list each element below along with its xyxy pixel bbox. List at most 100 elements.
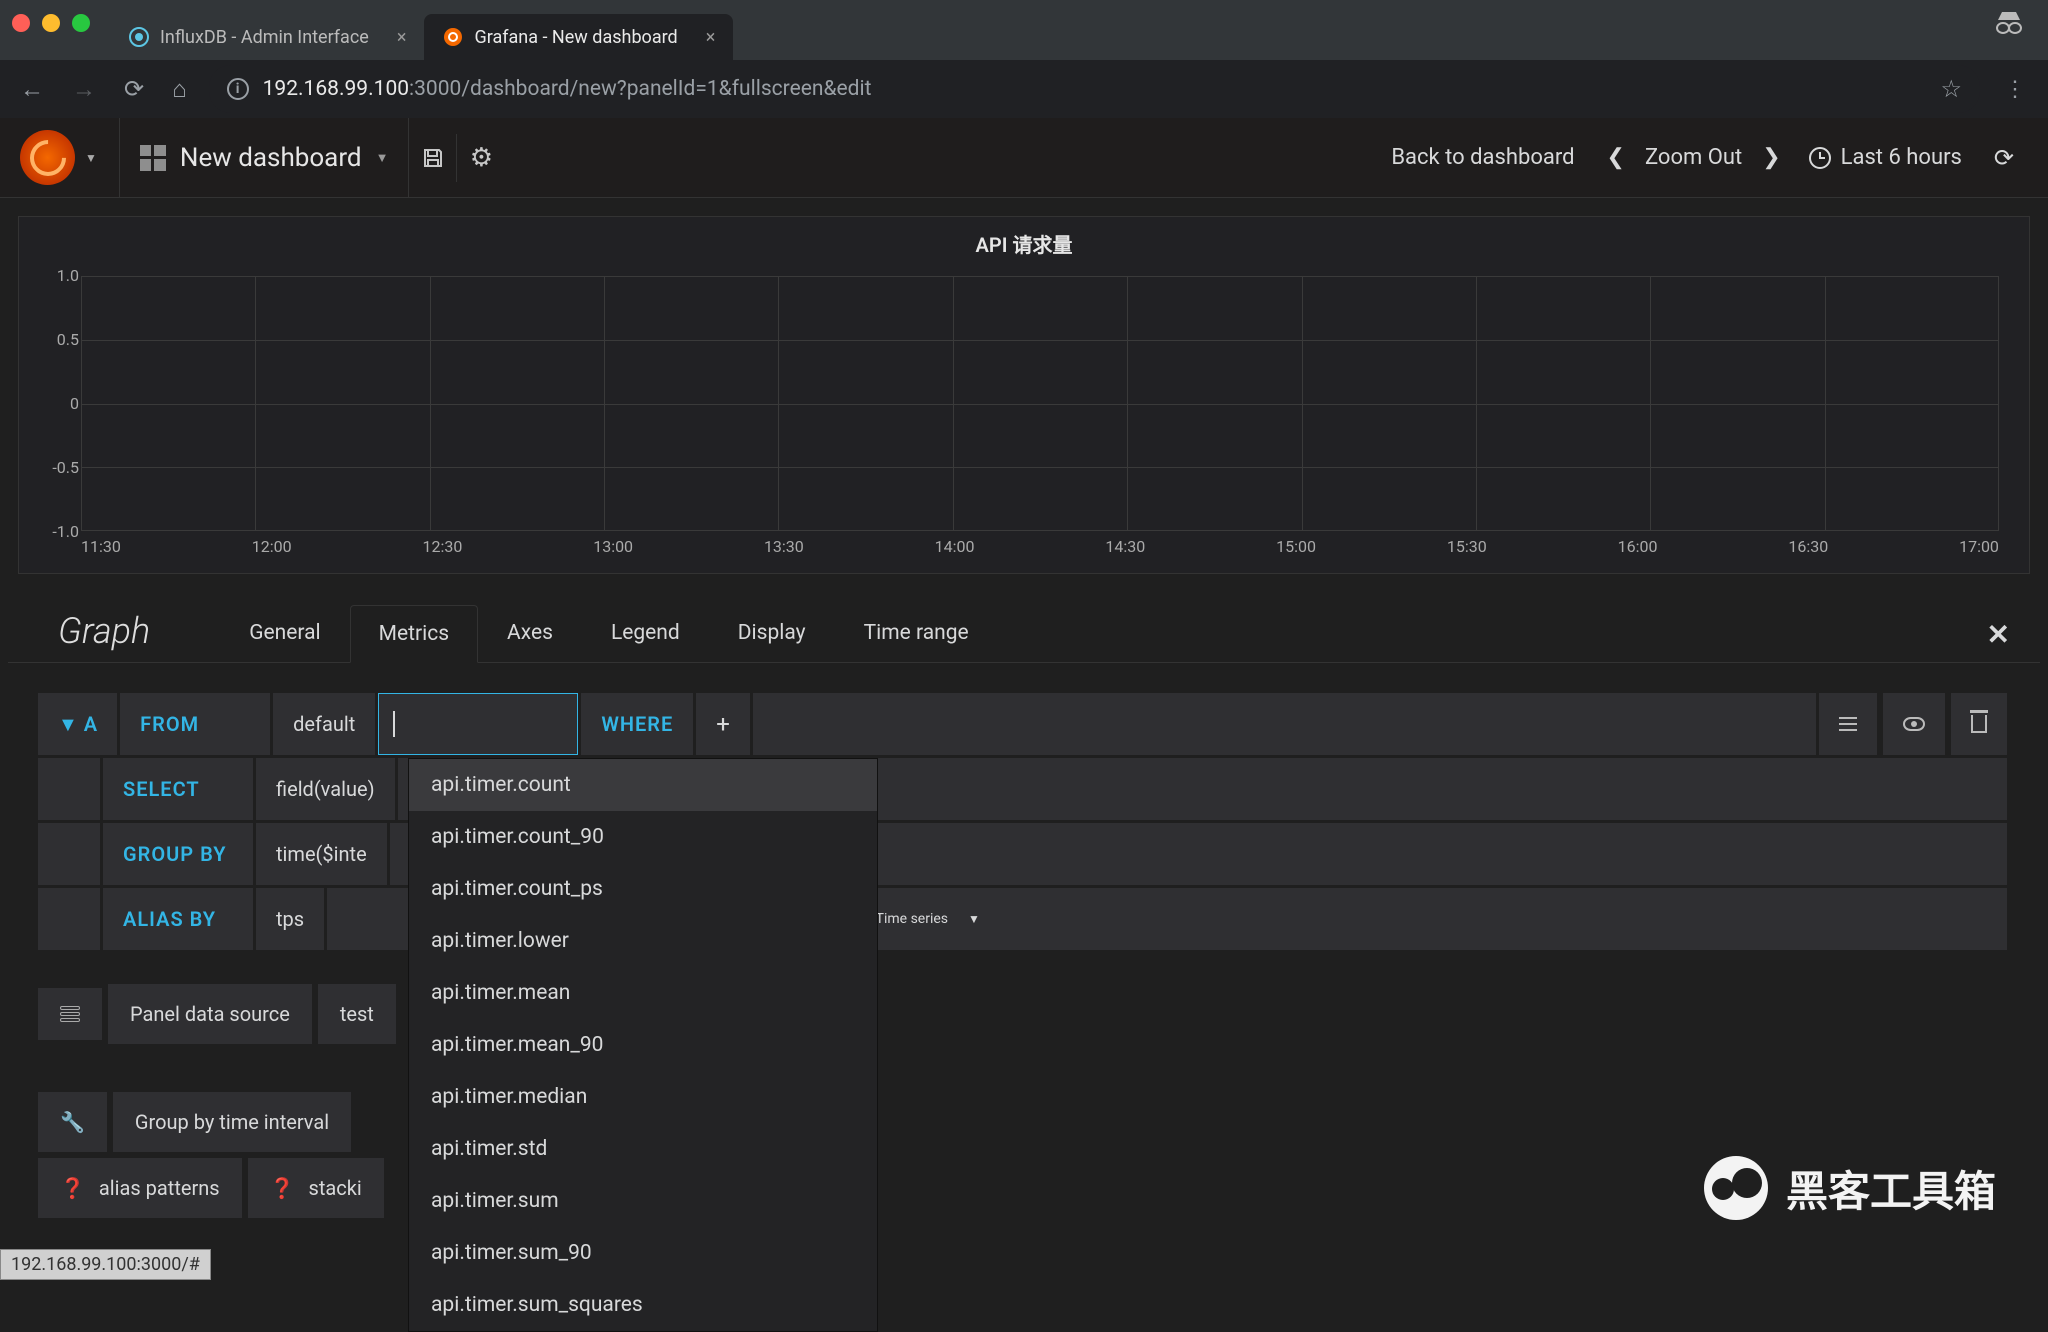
stacking-help[interactable]: ❓stacki: [248, 1158, 384, 1218]
dropdown-item[interactable]: api.timer.sum_squares: [409, 1279, 877, 1331]
x-tick: 13:30: [764, 537, 804, 561]
back-to-dashboard-link[interactable]: Back to dashboard: [1369, 118, 1596, 197]
close-icon[interactable]: ×: [397, 27, 407, 48]
group-by-interval-label[interactable]: Group by time interval: [113, 1092, 351, 1152]
x-tick: 15:30: [1447, 537, 1487, 561]
x-tick: 14:30: [1105, 537, 1145, 561]
tab-axes[interactable]: Axes: [478, 604, 582, 662]
dropdown-item[interactable]: api.timer.std: [409, 1123, 877, 1175]
query-row-select: SELECT field(value): [38, 758, 2010, 820]
tab-time-range[interactable]: Time range: [835, 604, 998, 662]
refresh-button[interactable]: ⟳: [1980, 144, 2028, 172]
panel-datasource-select[interactable]: test: [318, 984, 396, 1044]
chevron-right-icon[interactable]: ❯: [1752, 145, 1790, 170]
format-value: Time series: [876, 911, 948, 927]
options-row: 🔧 Group by time interval: [38, 1092, 2010, 1152]
x-tick: 11:30: [81, 537, 121, 561]
query-row-from: ▼A FROM default WHERE + api.timer.count …: [38, 693, 2010, 755]
aliasby-keyword: ALIAS BY: [103, 888, 253, 950]
x-tick: 12:00: [252, 537, 292, 561]
url-host: 192.168.99.100: [263, 77, 409, 101]
gear-icon: ⚙: [470, 143, 493, 173]
save-icon: [421, 146, 445, 170]
graph-panel: API 请求量 1.0 0.5 0 -0.5 -1.0 11:30: [18, 216, 2030, 574]
x-tick: 15:00: [1276, 537, 1316, 561]
chevron-left-icon[interactable]: ❮: [1597, 145, 1635, 170]
tab-general[interactable]: General: [220, 604, 349, 662]
dropdown-item[interactable]: api.timer.lower: [409, 915, 877, 967]
query-menu-button[interactable]: [1819, 693, 1877, 755]
y-tick: -0.5: [52, 458, 79, 477]
tab-influxdb[interactable]: InfluxDB - Admin Interface ×: [110, 14, 424, 60]
alias-patterns-help[interactable]: ❓alias patterns: [38, 1158, 242, 1218]
browser-menu-icon[interactable]: ⋮: [1996, 77, 2034, 102]
dropdown-item[interactable]: api.timer.sum: [409, 1175, 877, 1227]
influxdb-favicon-icon: [128, 26, 150, 48]
zoom-out-link[interactable]: Zoom Out: [1635, 118, 1752, 197]
reload-button[interactable]: ⟳: [118, 71, 150, 107]
query-row-aliasby: ALIAS BY tps at as Time series ▼: [38, 888, 2010, 950]
x-tick: 14:00: [935, 537, 975, 561]
datasource-value: test: [340, 1002, 374, 1026]
site-info-icon[interactable]: i: [227, 78, 249, 100]
x-tick: 16:30: [1788, 537, 1828, 561]
alias-value[interactable]: tps: [256, 888, 324, 950]
save-button[interactable]: [409, 134, 457, 182]
panel-title: API 请求量: [19, 217, 2029, 264]
close-icon[interactable]: ×: [706, 27, 716, 48]
time-range-picker[interactable]: Last 6 hours: [1791, 145, 1980, 170]
dashboard-picker[interactable]: New dashboard ▼: [119, 118, 410, 197]
from-keyword: FROM: [120, 693, 270, 755]
dropdown-item[interactable]: api.timer.median: [409, 1071, 877, 1123]
chevron-down-icon: ▼: [968, 912, 980, 926]
toggle-query-visibility-button[interactable]: [1883, 693, 1945, 755]
tab-grafana[interactable]: Grafana - New dashboard ×: [424, 14, 733, 60]
tab-metrics[interactable]: Metrics: [350, 605, 478, 663]
grafana-logo-icon[interactable]: [20, 130, 75, 185]
options-wrench-box: 🔧: [38, 1092, 107, 1152]
browser-address-bar: ← → ⟳ ⌂ i 192.168.99.100:3000/dashboard/…: [0, 60, 2048, 118]
editor-tab-strip: Graph General Metrics Axes Legend Displa…: [8, 604, 2040, 663]
groupby-value[interactable]: time($inte: [256, 823, 387, 885]
url-input[interactable]: i 192.168.99.100:3000/dashboard/new?pane…: [209, 65, 1980, 113]
dropdown-item[interactable]: api.timer.mean: [409, 967, 877, 1019]
chart-plot-area[interactable]: 1.0 0.5 0 -0.5 -1.0 11:30 12:00 12:30: [81, 276, 1999, 531]
time-range-label: Last 6 hours: [1841, 145, 1962, 170]
wrench-icon: 🔧: [60, 1110, 85, 1134]
dropdown-item[interactable]: api.timer.count: [409, 759, 877, 811]
query-indent: [38, 888, 100, 950]
query-letter-toggle[interactable]: ▼A: [38, 693, 117, 755]
select-field[interactable]: field(value): [256, 758, 395, 820]
y-tick: -1.0: [52, 522, 79, 541]
clock-icon: [1809, 147, 1831, 169]
query-indent: [38, 758, 100, 820]
bookmark-star-icon[interactable]: ☆: [1940, 75, 1962, 103]
home-button[interactable]: ⌂: [166, 71, 193, 108]
dropdown-item[interactable]: api.timer.count_90: [409, 811, 877, 863]
from-retention-policy[interactable]: default: [273, 693, 375, 755]
settings-button[interactable]: ⚙: [457, 134, 505, 182]
dropdown-item[interactable]: api.timer.mean_90: [409, 1019, 877, 1071]
link-tooltip: 192.168.99.100:3000/#: [0, 1249, 211, 1280]
tab-legend[interactable]: Legend: [582, 604, 709, 662]
panel-type-label: Graph: [58, 610, 150, 662]
query-row-spacer: [753, 693, 1816, 755]
y-axis: 1.0 0.5 0 -0.5 -1.0: [31, 266, 79, 541]
add-where-clause-button[interactable]: +: [696, 693, 750, 755]
mac-minimize-button[interactable]: [42, 14, 60, 32]
tab-display[interactable]: Display: [709, 604, 835, 662]
back-button[interactable]: ←: [14, 71, 50, 108]
panel-datasource-label: Panel data source: [108, 984, 312, 1044]
mac-close-button[interactable]: [12, 14, 30, 32]
dropdown-item[interactable]: api.timer.count_ps: [409, 863, 877, 915]
dropdown-item[interactable]: api.timer.sum_90: [409, 1227, 877, 1279]
datasource-icon-box: [38, 988, 102, 1040]
delete-query-button[interactable]: [1951, 693, 2007, 755]
y-tick: 0: [70, 394, 79, 413]
chevron-down-icon[interactable]: ▼: [85, 151, 97, 165]
forward-button: →: [66, 71, 102, 108]
query-indent: [38, 823, 100, 885]
close-editor-button[interactable]: ✕: [1987, 618, 2010, 651]
measurement-input[interactable]: [378, 693, 578, 755]
mac-fullscreen-button[interactable]: [72, 14, 90, 32]
